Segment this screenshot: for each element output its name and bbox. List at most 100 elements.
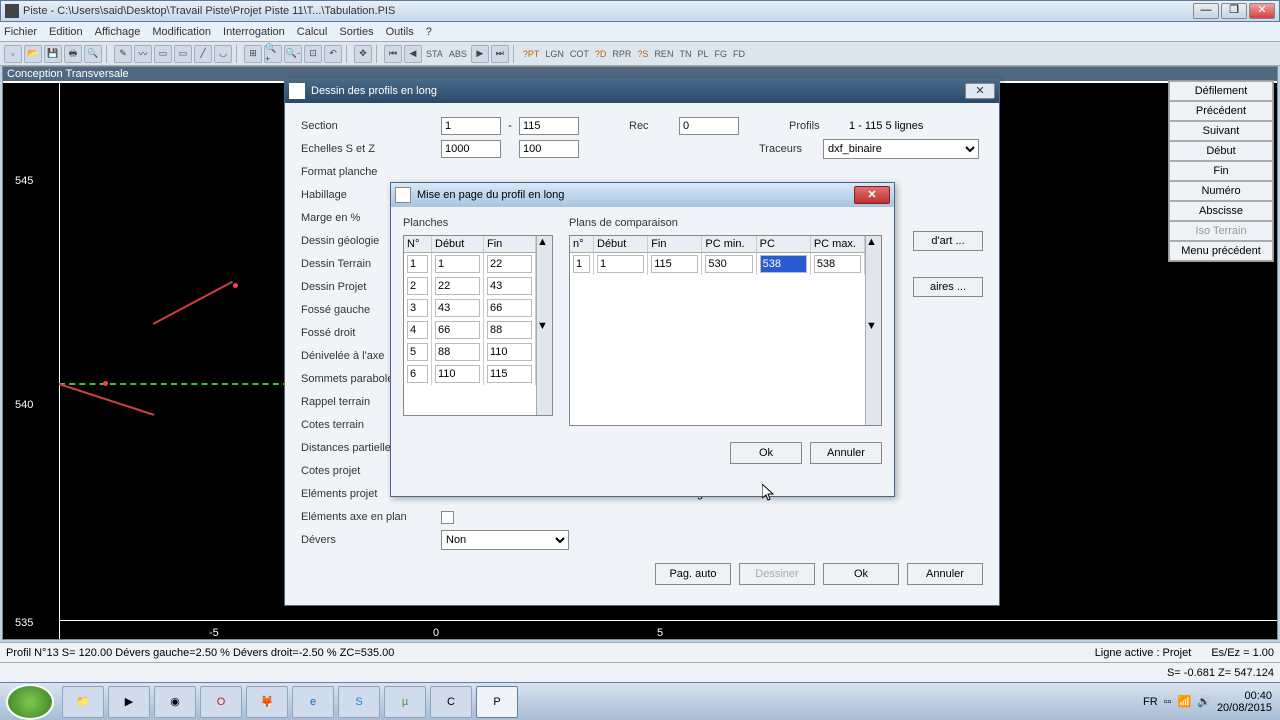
close-button[interactable]: ✕ bbox=[1249, 3, 1275, 19]
taskbar-explorer-icon[interactable]: 📁 bbox=[62, 686, 104, 718]
tool-qd-label[interactable]: ?D bbox=[595, 49, 607, 59]
btn-ok-dlg2[interactable]: Ok bbox=[730, 442, 802, 464]
planches-cell-n[interactable] bbox=[407, 321, 428, 339]
select-traceurs[interactable]: dxf_binaire bbox=[823, 139, 979, 159]
tool-fg-label[interactable]: FG bbox=[714, 49, 727, 59]
taskbar-piste-icon[interactable]: P bbox=[476, 686, 518, 718]
tool-lgn-label[interactable]: LGN bbox=[545, 49, 564, 59]
menu-interrogation[interactable]: Interrogation bbox=[223, 26, 285, 38]
btn-defilement[interactable]: Défilement bbox=[1169, 81, 1273, 101]
btn-annuler-dlg1[interactable]: Annuler bbox=[907, 563, 983, 585]
planches-cell-fin[interactable] bbox=[487, 343, 532, 361]
menu-fichier[interactable]: Fichier bbox=[4, 26, 37, 38]
taskbar-firefox-icon[interactable]: 🦊 bbox=[246, 686, 288, 718]
planches-cell-n[interactable] bbox=[407, 343, 428, 361]
dialog1-close-icon[interactable]: ✕ bbox=[965, 83, 995, 99]
plans-cell-pcmax[interactable] bbox=[814, 255, 861, 273]
tray-lang[interactable]: FR bbox=[1143, 696, 1158, 708]
input-ech-a[interactable] bbox=[441, 140, 501, 158]
planches-cell-n[interactable] bbox=[407, 365, 428, 383]
planches-cell-fin[interactable] bbox=[487, 299, 532, 317]
tool-pan-icon[interactable]: ✥ bbox=[354, 45, 372, 63]
tool-last-icon[interactable]: ⏭ bbox=[491, 45, 509, 63]
system-tray[interactable]: FR ▫▫ 📶 🔊 00:40 20/08/2015 bbox=[1135, 690, 1280, 714]
tool-next-icon[interactable]: ▶ bbox=[471, 45, 489, 63]
btn-precedent[interactable]: Précédent bbox=[1169, 101, 1273, 121]
tool-zoom-prev-icon[interactable]: ↶ bbox=[324, 45, 342, 63]
btn-ok-dlg1[interactable]: Ok bbox=[823, 563, 899, 585]
tool-preview-icon[interactable]: 🔍 bbox=[84, 45, 102, 63]
tool-qs-label[interactable]: ?S bbox=[637, 49, 648, 59]
tool-ren-label[interactable]: REN bbox=[654, 49, 673, 59]
plans-scrollbar[interactable]: ▲▼ bbox=[865, 236, 881, 425]
dialog2-titlebar[interactable]: Mise en page du profil en long ✕ bbox=[391, 183, 894, 207]
taskbar-utorrent-icon[interactable]: µ bbox=[384, 686, 426, 718]
planches-cell-fin[interactable] bbox=[487, 321, 532, 339]
btn-suivant[interactable]: Suivant bbox=[1169, 121, 1273, 141]
tool-zigzag-icon[interactable]: 〰 bbox=[134, 45, 152, 63]
start-button[interactable] bbox=[6, 684, 54, 720]
tool-pl-label[interactable]: PL bbox=[697, 49, 708, 59]
taskbar-media-icon[interactable]: ▶ bbox=[108, 686, 150, 718]
planches-cell-debut[interactable] bbox=[435, 321, 480, 339]
menu-calcul[interactable]: Calcul bbox=[297, 26, 328, 38]
checkbox-elaxe[interactable] bbox=[441, 511, 454, 524]
menu-sorties[interactable]: Sorties bbox=[339, 26, 373, 38]
tool-rect-icon[interactable]: ▭ bbox=[154, 45, 172, 63]
planches-cell-debut[interactable] bbox=[435, 343, 480, 361]
taskbar-ie-icon[interactable]: e bbox=[292, 686, 334, 718]
btn-aires[interactable]: aires ... bbox=[913, 277, 983, 297]
planches-cell-fin[interactable] bbox=[487, 255, 532, 273]
menu-modification[interactable]: Modification bbox=[152, 26, 211, 38]
planches-cell-fin[interactable] bbox=[487, 365, 532, 383]
tool-fd-label[interactable]: FD bbox=[733, 49, 745, 59]
plans-cell-fin[interactable] bbox=[651, 255, 698, 273]
menu-help[interactable]: ? bbox=[426, 26, 432, 38]
tool-pt-label[interactable]: ?PT bbox=[523, 49, 540, 59]
menu-outils[interactable]: Outils bbox=[386, 26, 414, 38]
plans-cell-n[interactable] bbox=[573, 255, 590, 273]
tray-flag-icon[interactable]: ▫▫ bbox=[1164, 696, 1172, 708]
btn-annuler-dlg2[interactable]: Annuler bbox=[810, 442, 882, 464]
taskbar-skype-icon[interactable]: S bbox=[338, 686, 380, 718]
tool-line-icon[interactable]: ╱ bbox=[194, 45, 212, 63]
menu-edition[interactable]: Edition bbox=[49, 26, 83, 38]
tool-curve-icon[interactable]: ◡ bbox=[214, 45, 232, 63]
maximize-button[interactable]: ❐ bbox=[1221, 3, 1247, 19]
tool-pencil-icon[interactable]: ✎ bbox=[114, 45, 132, 63]
btn-abscisse[interactable]: Abscisse bbox=[1169, 201, 1273, 221]
tool-rpr-label[interactable]: RPR bbox=[612, 49, 631, 59]
menu-affichage[interactable]: Affichage bbox=[95, 26, 141, 38]
tool-cot-label[interactable]: COT bbox=[570, 49, 589, 59]
tool-first-icon[interactable]: ⏮ bbox=[384, 45, 402, 63]
planches-cell-debut[interactable] bbox=[435, 255, 480, 273]
input-ech-b[interactable] bbox=[519, 140, 579, 158]
tool-zoom-in-icon[interactable]: 🔍+ bbox=[264, 45, 282, 63]
input-section-b[interactable] bbox=[519, 117, 579, 135]
btn-menu-precedent[interactable]: Menu précédent bbox=[1169, 241, 1273, 261]
tool-rect2-icon[interactable]: ▭ bbox=[174, 45, 192, 63]
planches-cell-debut[interactable] bbox=[435, 277, 480, 295]
planches-scrollbar[interactable]: ▲▼ bbox=[536, 236, 552, 415]
planches-cell-n[interactable] bbox=[407, 255, 428, 273]
tool-open-icon[interactable]: 📂 bbox=[24, 45, 42, 63]
tool-print-icon[interactable]: 🖶 bbox=[64, 45, 82, 63]
taskbar-opera-icon[interactable]: O bbox=[200, 686, 242, 718]
planches-cell-debut[interactable] bbox=[435, 365, 480, 383]
btn-fin[interactable]: Fin bbox=[1169, 161, 1273, 181]
btn-pagauto[interactable]: Pag. auto bbox=[655, 563, 731, 585]
taskbar-chrome-icon[interactable]: ◉ bbox=[154, 686, 196, 718]
tool-zoom-fit-icon[interactable]: ⊞ bbox=[244, 45, 262, 63]
planches-cell-debut[interactable] bbox=[435, 299, 480, 317]
minimize-button[interactable]: — bbox=[1193, 3, 1219, 19]
plans-cell-pc[interactable] bbox=[760, 255, 807, 273]
tray-wifi-icon[interactable]: 📶 bbox=[1178, 695, 1192, 708]
btn-numero[interactable]: Numéro bbox=[1169, 181, 1273, 201]
taskbar-camtasia-icon[interactable]: C bbox=[430, 686, 472, 718]
dialog1-titlebar[interactable]: Dessin des profils en long ✕ bbox=[285, 79, 999, 103]
tool-zoom-out-icon[interactable]: 🔍- bbox=[284, 45, 302, 63]
tray-clock[interactable]: 00:40 20/08/2015 bbox=[1217, 690, 1272, 714]
tool-tn-label[interactable]: TN bbox=[679, 49, 691, 59]
btn-debut[interactable]: Début bbox=[1169, 141, 1273, 161]
tool-new-icon[interactable]: ▫ bbox=[4, 45, 22, 63]
